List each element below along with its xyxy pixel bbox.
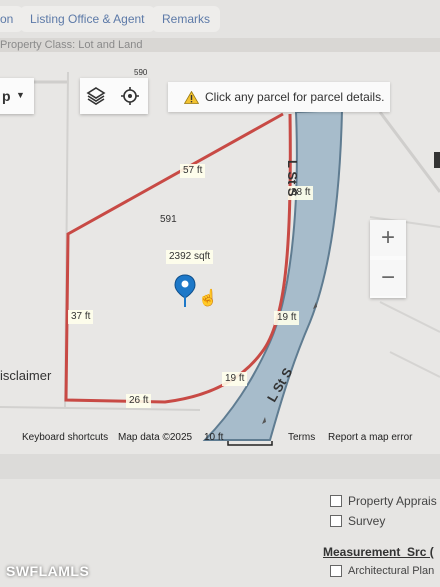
tab-listing-office-agent[interactable]: Listing Office & Agent: [20, 6, 155, 32]
checkbox-property-appraiser[interactable]: Property Apprais: [330, 494, 437, 508]
checkbox-box[interactable]: [330, 495, 342, 507]
dimension-bottom: 26 ft: [126, 394, 152, 408]
tab-bar: on Listing Office & Agent Remarks: [0, 0, 440, 38]
map-type-dropdown[interactable]: p ▼: [0, 78, 34, 114]
dimension-top: 57 ft: [180, 164, 206, 178]
scale-label[interactable]: 10 ft: [204, 432, 223, 443]
zoom-out-button[interactable]: −: [370, 260, 406, 296]
side-edge: [434, 152, 440, 168]
parcel-number: 591: [160, 214, 177, 225]
measurement-source-heading: Measurement_Src (: [323, 545, 434, 559]
checkbox-label: Architectural Plan: [348, 565, 435, 577]
dimension-right: 19 ft: [274, 311, 300, 325]
parcel-notice: Click any parcel for parcel details.: [168, 82, 390, 112]
map-data-label: Map data ©2025: [118, 432, 193, 443]
dimension-bottom-right: 19 ft: [222, 372, 248, 386]
checkbox-label: Property Apprais: [348, 494, 437, 508]
locate-icon[interactable]: [120, 86, 140, 106]
map-pin-icon[interactable]: [174, 274, 196, 308]
street-label-upper: L St S: [285, 160, 300, 197]
keyboard-shortcuts-link[interactable]: Keyboard shortcuts: [22, 432, 108, 443]
layers-icon[interactable]: [86, 86, 106, 106]
warning-icon: [184, 90, 199, 104]
checkbox-survey[interactable]: Survey: [330, 514, 385, 528]
hand-cursor-icon: ☝: [198, 290, 218, 307]
property-class-label: Property Class: Lot and Land: [0, 39, 143, 51]
parcel-area: 2392 sqft: [166, 250, 214, 264]
map-footer: Keyboard shortcuts Map data ©2025 10 ft …: [0, 426, 440, 450]
parcel-map[interactable]: p ▼ 590 Click any parcel for parcel deta…: [0, 52, 440, 454]
chevron-down-icon: ▼: [16, 90, 25, 100]
watermark-logo: SWFLAMLS: [6, 563, 90, 579]
checkbox-label: Survey: [348, 514, 386, 528]
dimension-left: 37 ft: [68, 310, 94, 324]
terms-link[interactable]: Terms: [288, 432, 315, 443]
disclaimer-link[interactable]: isclaimer: [0, 368, 51, 383]
zoom-in-button[interactable]: +: [370, 220, 406, 256]
checkbox-box[interactable]: [330, 565, 342, 577]
checkbox-box[interactable]: [330, 515, 342, 527]
report-map-error-link[interactable]: Report a map error: [328, 432, 412, 443]
tab-remarks[interactable]: Remarks: [152, 6, 221, 32]
notice-text: Click any parcel for parcel details.: [205, 90, 385, 104]
zoom-control: + −: [370, 220, 406, 298]
map-tools-group: [80, 78, 148, 114]
map-type-label: p: [2, 88, 11, 104]
parcel-number-top: 590: [134, 68, 148, 77]
checkbox-architectural-plan[interactable]: Architectural Plan: [330, 565, 434, 577]
